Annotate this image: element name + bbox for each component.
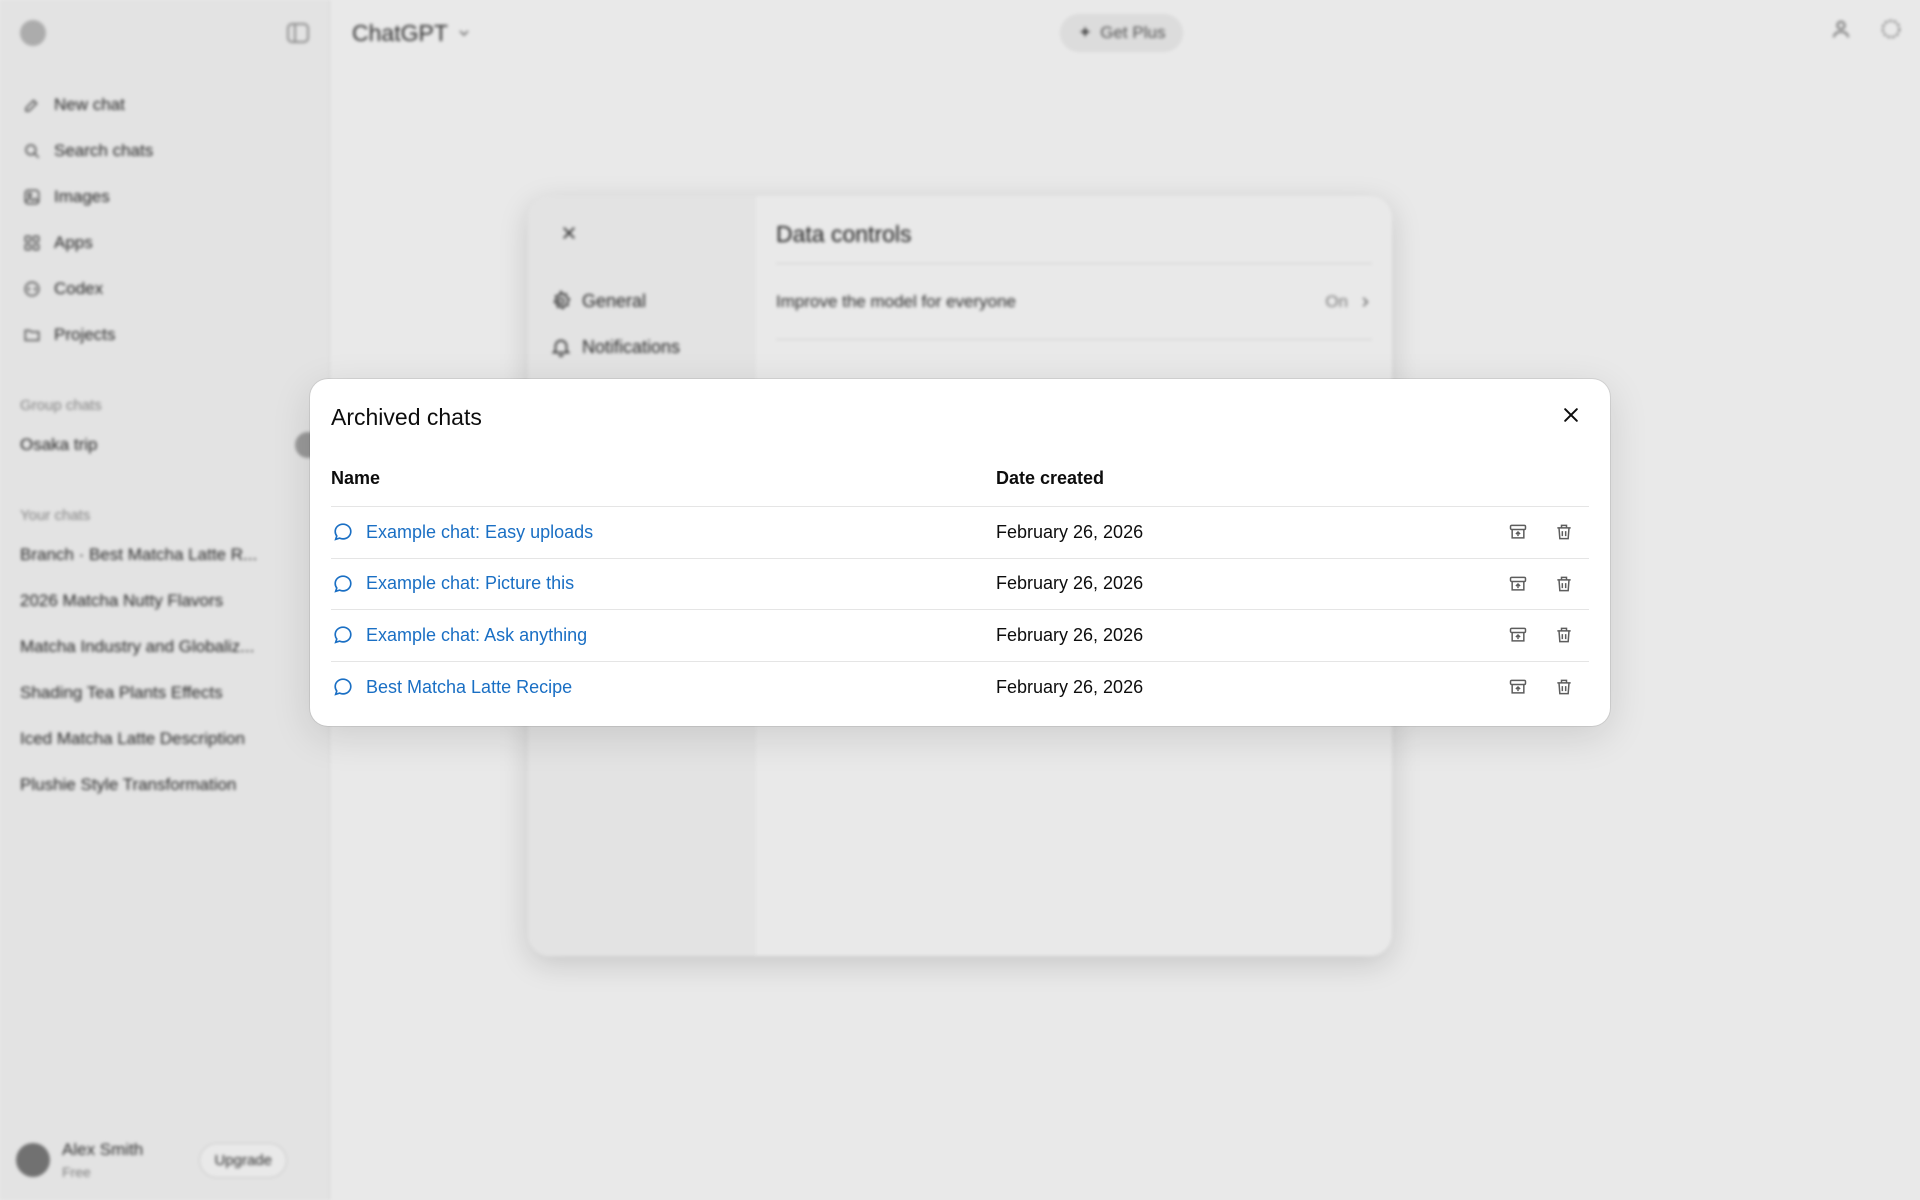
archived-chat-link[interactable]: Example chat: Easy uploads (331, 520, 996, 544)
unarchive-icon (1509, 576, 1527, 591)
delete-button[interactable] (1553, 521, 1575, 543)
column-header-name: Name (331, 468, 381, 488)
date-cell: February 26, 2026 (996, 676, 1144, 697)
table-row: Example chat: Picture this February 26, … (331, 559, 1589, 610)
unarchive-button[interactable] (1507, 676, 1529, 698)
chat-name: Best Matcha Latte Recipe (366, 676, 573, 697)
unarchive-icon (1509, 627, 1527, 642)
unarchive-button[interactable] (1507, 573, 1529, 595)
unarchive-button[interactable] (1507, 521, 1529, 543)
chat-bubble-icon (331, 520, 355, 544)
name-cell: Example chat: Picture this (331, 572, 996, 596)
modal-header: Archived chats (331, 379, 1589, 451)
trash-icon (1557, 627, 1571, 643)
chat-name: Example chat: Ask anything (366, 624, 588, 645)
modal-title: Archived chats (331, 403, 482, 430)
row-actions (1507, 573, 1575, 595)
date-cell: February 26, 2026 (996, 573, 1144, 594)
chat-name: Example chat: Easy uploads (366, 521, 594, 542)
unarchive-icon (1509, 679, 1527, 694)
chat-bubble-icon (331, 675, 355, 699)
delete-button[interactable] (1553, 676, 1575, 698)
table-row: Example chat: Ask anything February 26, … (331, 610, 1589, 662)
close-button[interactable] (1555, 399, 1587, 431)
name-cell: Example chat: Easy uploads (331, 520, 996, 544)
trash-icon (1557, 679, 1571, 695)
trash-icon (1557, 524, 1571, 540)
archived-chat-link[interactable]: Example chat: Picture this (331, 572, 996, 596)
archived-chats-table: Name Date created Example chat: Easy upl… (331, 451, 1589, 713)
archived-chat-link[interactable]: Example chat: Ask anything (331, 623, 996, 647)
chat-bubble-icon (331, 572, 355, 596)
column-header-date: Date created (996, 468, 1105, 488)
table-row: Example chat: Easy uploads February 26, … (331, 507, 1589, 559)
name-cell: Best Matcha Latte Recipe (331, 675, 996, 699)
unarchive-button[interactable] (1507, 624, 1529, 646)
unarchive-icon (1509, 524, 1527, 539)
row-actions (1507, 624, 1575, 646)
name-cell: Example chat: Ask anything (331, 623, 996, 647)
chat-name: Example chat: Picture this (366, 573, 575, 594)
date-cell: February 26, 2026 (996, 521, 1144, 542)
row-actions (1507, 676, 1575, 698)
chat-bubble-icon (331, 623, 355, 647)
table-row: Best Matcha Latte Recipe February 26, 20… (331, 662, 1589, 714)
delete-button[interactable] (1553, 573, 1575, 595)
close-icon (1564, 408, 1578, 422)
archived-chats-modal: Archived chats Name Date created Example… (310, 379, 1610, 726)
table-header: Name Date created (331, 451, 1589, 507)
row-actions (1507, 521, 1575, 543)
delete-button[interactable] (1553, 624, 1575, 646)
trash-icon (1557, 576, 1571, 592)
date-cell: February 26, 2026 (996, 624, 1144, 645)
archived-chat-link[interactable]: Best Matcha Latte Recipe (331, 675, 996, 699)
